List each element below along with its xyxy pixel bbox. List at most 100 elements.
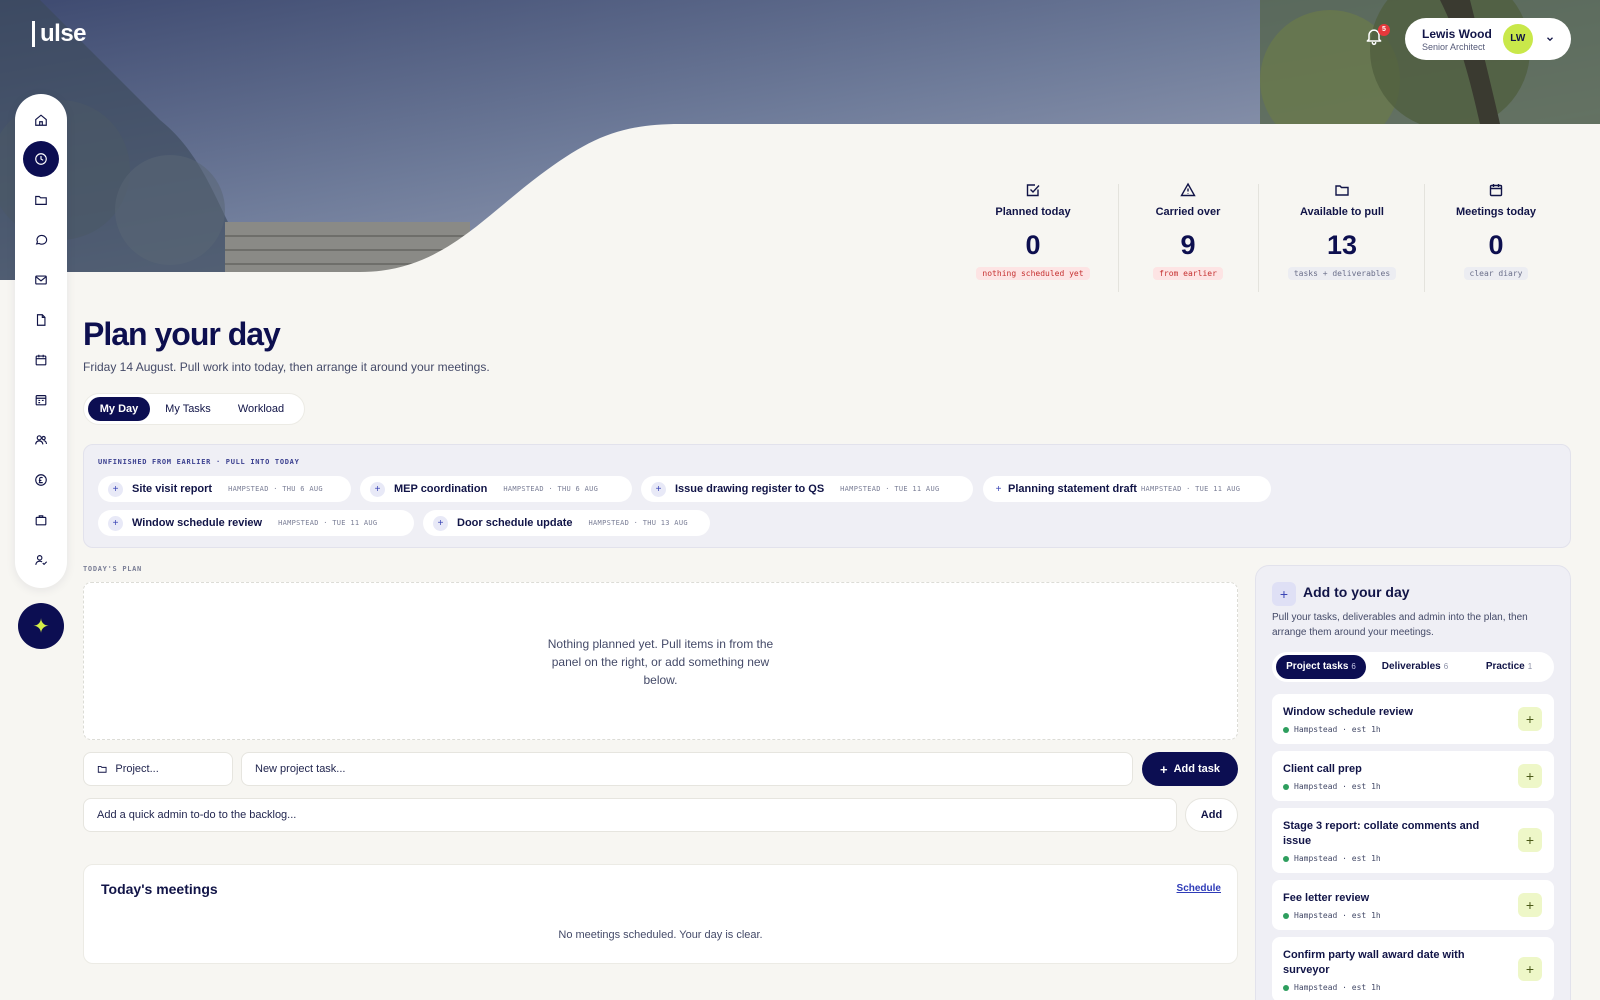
sidebar-item-schedule[interactable] xyxy=(26,385,56,415)
user-name: Lewis Wood xyxy=(1422,26,1492,41)
warning-icon xyxy=(1180,182,1196,197)
unfinished-item[interactable]: + Planning statement draft HAMPSTEAD · T… xyxy=(983,476,1271,502)
add-task-to-day-button[interactable]: + xyxy=(1518,764,1542,788)
status-dot xyxy=(1283,984,1289,991)
sidebar-item-team[interactable] xyxy=(26,425,56,455)
stat-carried-over: Carried over 9 from earlier xyxy=(1128,182,1248,294)
sidebar-item-messages[interactable] xyxy=(26,225,56,255)
new-task-input[interactable] xyxy=(255,763,1132,775)
add-task-to-day-button[interactable]: + xyxy=(1518,707,1542,731)
sidebar-item-people[interactable] xyxy=(26,545,56,575)
plus-icon: + xyxy=(1272,582,1296,606)
app-logo[interactable]: ulse xyxy=(32,20,87,48)
unfinished-item[interactable]: + Site visit report HAMPSTEAD · THU 6 AU… xyxy=(98,476,351,502)
list-item[interactable]: Fee letter review Hampstead · est 1h + xyxy=(1272,880,1554,930)
tab-workload[interactable]: Workload xyxy=(224,397,298,421)
task-meta: Hampstead · est 1h xyxy=(1283,854,1381,863)
sidebar-item-plan-day[interactable] xyxy=(23,141,59,177)
plus-icon: + xyxy=(433,515,448,531)
sparkle-icon: ✦ xyxy=(32,615,50,638)
task-meta: Hampstead · est 1h xyxy=(1283,911,1381,920)
tab-practice[interactable]: Practice 1 xyxy=(1468,655,1550,679)
panel-title: Add to your day xyxy=(1303,584,1410,600)
chevron-down-icon xyxy=(1546,37,1553,42)
meetings-title: Today's meetings xyxy=(101,881,218,897)
item-title: Site visit report xyxy=(132,483,213,495)
plus-icon: + xyxy=(108,481,123,497)
tab-count: 6 xyxy=(1443,662,1449,671)
folder-icon xyxy=(35,195,47,205)
stat-value: 0 xyxy=(1025,230,1041,260)
divider xyxy=(1118,184,1119,292)
list-item[interactable]: Confirm party wall award date with surve… xyxy=(1272,937,1554,1000)
item-title: MEP coordination xyxy=(394,483,488,495)
task-meta-text: Hampstead · est 1h xyxy=(1294,725,1381,734)
add-task-label: Add task xyxy=(1173,763,1221,775)
list-item[interactable]: Client call prep Hampstead · est 1h + xyxy=(1272,751,1554,801)
status-dot xyxy=(1283,726,1289,733)
task-field[interactable] xyxy=(241,752,1133,786)
plus-icon: + xyxy=(651,481,666,497)
sidebar-item-projects[interactable] xyxy=(26,185,56,215)
divider xyxy=(1258,184,1259,292)
status-dot xyxy=(1283,912,1289,919)
task-meta-text: Hampstead · est 1h xyxy=(1294,983,1381,992)
sidebar-item-home[interactable] xyxy=(26,105,56,135)
stat-label: Planned today xyxy=(995,206,1071,218)
user-menu[interactable]: Lewis Wood Senior Architect LW xyxy=(1405,18,1571,60)
page-subtitle: Friday 14 August. Pull work into today, … xyxy=(83,360,490,374)
task-meta: Hampstead · est 1h xyxy=(1283,983,1381,992)
schedule-link[interactable]: Schedule xyxy=(1177,883,1221,894)
panel-tabs: Project tasks 6 Deliverables 6 Practice 1 xyxy=(1272,652,1554,682)
view-tabs: My Day My Tasks Workload xyxy=(83,393,305,425)
item-meta: HAMPSTEAD · TUE 11 AUG xyxy=(278,519,378,527)
unfinished-item[interactable]: + Door schedule update HAMPSTEAD · THU 1… xyxy=(423,510,710,536)
stat-planned-today: Planned today 0 nothing scheduled yet xyxy=(968,182,1098,294)
add-task-to-day-button[interactable]: + xyxy=(1518,828,1542,852)
add-task-to-day-button[interactable]: + xyxy=(1518,893,1542,917)
task-title: Confirm party wall award date with surve… xyxy=(1283,949,1465,976)
stat-value: 0 xyxy=(1488,230,1504,260)
unfinished-panel: UNFINISHED FROM EARLIER · PULL INTO TODA… xyxy=(83,444,1571,548)
stat-note: nothing scheduled yet xyxy=(976,267,1090,280)
unfinished-item[interactable]: + MEP coordination HAMPSTEAD · THU 6 AUG xyxy=(360,476,632,502)
admin-todo-input[interactable] xyxy=(97,809,1176,821)
sidebar-item-work[interactable] xyxy=(26,505,56,535)
calendar-icon xyxy=(1489,184,1503,197)
plan-empty-text: Nothing planned yet. Pull items in from … xyxy=(547,637,774,687)
list-item[interactable]: Window schedule review Hampstead · est 1… xyxy=(1272,694,1554,744)
add-to-day-panel: + Add to your day Pull your tasks, deliv… xyxy=(1255,565,1571,1000)
meetings-empty-text: No meetings scheduled. Your day is clear… xyxy=(558,929,763,941)
tab-project-tasks[interactable]: Project tasks 6 xyxy=(1276,655,1366,679)
tab-label: Project tasks xyxy=(1286,661,1349,672)
sidebar-item-fees[interactable] xyxy=(26,465,56,495)
sidebar-item-mail[interactable] xyxy=(26,265,56,295)
sidebar-item-documents[interactable] xyxy=(26,305,56,335)
tab-label: Deliverables xyxy=(1381,661,1441,672)
tab-my-tasks[interactable]: My Tasks xyxy=(154,397,222,421)
list-item[interactable]: Stage 3 report: collate comments and iss… xyxy=(1272,808,1554,873)
page-title: Plan your day xyxy=(83,316,281,352)
unfinished-item[interactable]: + Window schedule review HAMPSTEAD · TUE… xyxy=(98,510,414,536)
home-icon xyxy=(35,114,47,126)
assistant-button[interactable]: ✦ xyxy=(18,603,64,649)
project-input[interactable] xyxy=(115,763,232,775)
panel-description: Pull your tasks, deliverables and admin … xyxy=(1272,612,1528,638)
unfinished-item[interactable]: + Issue drawing register to QS HAMPSTEAD… xyxy=(641,476,973,502)
plan-dropzone[interactable]: Nothing planned yet. Pull items in from … xyxy=(83,582,1238,740)
tab-my-day[interactable]: My Day xyxy=(88,397,150,421)
add-admin-button[interactable]: Add xyxy=(1185,798,1238,832)
tab-count: 1 xyxy=(1527,662,1533,671)
clock-icon xyxy=(35,153,47,165)
stat-value: 13 xyxy=(1326,230,1358,260)
admin-field[interactable] xyxy=(83,798,1177,832)
tab-label: Practice xyxy=(1485,661,1525,672)
add-task-to-day-button[interactable]: + xyxy=(1518,957,1542,981)
logo-text: ulse xyxy=(40,20,87,47)
plus-icon: + xyxy=(370,481,385,497)
tab-deliverables[interactable]: Deliverables 6 xyxy=(1370,655,1460,679)
project-select[interactable] xyxy=(83,752,233,786)
sidebar-item-calendar[interactable] xyxy=(26,345,56,375)
stat-value: 9 xyxy=(1180,230,1196,260)
add-task-button[interactable]: + Add task xyxy=(1142,752,1238,786)
